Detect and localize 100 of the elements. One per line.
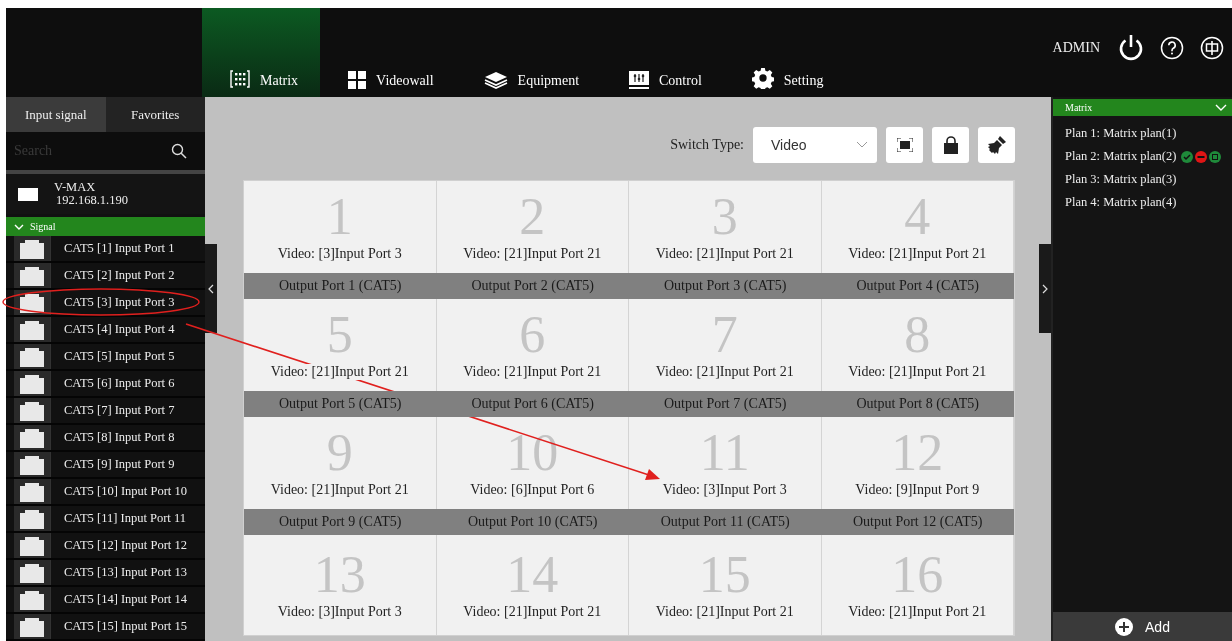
ethernet-port-icon bbox=[20, 616, 44, 637]
plan-item[interactable]: Plan 4: Matrix plan(4) bbox=[1065, 195, 1177, 210]
tiles-icon bbox=[348, 71, 367, 89]
output-port-label: Output Port 6 (CAT5) bbox=[436, 391, 629, 417]
chevron-right-icon bbox=[1042, 283, 1048, 294]
lock-button[interactable] bbox=[932, 126, 969, 163]
output-port-label: Output Port 4 (CAT5) bbox=[821, 273, 1014, 299]
clear-button[interactable] bbox=[978, 126, 1015, 163]
input-signal-item[interactable]: CAT5 [7] Input Port 7 bbox=[6, 398, 205, 425]
nav-tab[interactable]: Equipment bbox=[455, 8, 602, 97]
output-source: Video: [21]Input Port 21 bbox=[848, 246, 987, 262]
plan-item[interactable]: Plan 1: Matrix plan(1) bbox=[1065, 126, 1177, 141]
output-source: Video: [21]Input Port 21 bbox=[848, 604, 987, 620]
output-source: Video: [21]Input Port 21 bbox=[655, 364, 794, 380]
input-signal-item[interactable]: CAT5 [5] Input Port 5 bbox=[6, 344, 205, 371]
fullscreen-button[interactable] bbox=[886, 126, 923, 163]
output-source: Video: [21]Input Port 21 bbox=[270, 364, 409, 380]
ethernet-port-icon bbox=[20, 508, 44, 529]
output-port-label: Output Port 7 (CAT5) bbox=[629, 391, 822, 417]
plus-circle-icon bbox=[1115, 617, 1134, 636]
help-icon[interactable] bbox=[1160, 35, 1184, 60]
input-signal-item[interactable]: CAT5 [8] Input Port 8 bbox=[6, 425, 205, 452]
output-port-label: Output Port 3 (CAT5) bbox=[629, 273, 822, 299]
layers-icon bbox=[483, 71, 508, 89]
output-port-label: Output Port 10 (CAT5) bbox=[436, 509, 629, 535]
nav-tab[interactable]: Setting bbox=[723, 8, 846, 97]
output-source: Video: [9]Input Port 9 bbox=[855, 482, 980, 498]
signal-group-label: Signal bbox=[30, 221, 56, 232]
nav-tab[interactable]: Videowall bbox=[320, 8, 456, 97]
output-port-label: Output Port 9 (CAT5) bbox=[244, 509, 437, 535]
add-plan-button[interactable]: Add bbox=[1053, 612, 1232, 641]
output-source: Video: [21]Input Port 21 bbox=[463, 604, 602, 620]
input-signal-item[interactable]: CAT5 [11] Input Port 11 bbox=[6, 506, 205, 533]
input-signal-item[interactable]: CAT5 [12] Input Port 12 bbox=[6, 533, 205, 560]
input-signal-item[interactable]: CAT5 [3] Input Port 3 bbox=[6, 290, 205, 317]
sliders-icon bbox=[629, 71, 650, 89]
ethernet-port-icon bbox=[20, 535, 44, 556]
save-icon[interactable] bbox=[1209, 150, 1222, 163]
ethernet-port-icon bbox=[20, 427, 44, 448]
device-name: V-MAX bbox=[54, 181, 97, 194]
input-signal-item[interactable]: CAT5 [15] Input Port 15 bbox=[6, 614, 205, 641]
output-source: Video: [21]Input Port 21 bbox=[463, 364, 602, 380]
matrix-plans-header[interactable]: Matrix bbox=[1053, 99, 1232, 116]
output-source: Video: [21]Input Port 21 bbox=[655, 604, 794, 620]
nav-tab[interactable]: Matrix bbox=[202, 8, 321, 97]
output-source: Video: [21]Input Port 21 bbox=[848, 364, 987, 380]
matrix-plans-title: Matrix bbox=[1065, 102, 1093, 113]
input-signal-item[interactable]: CAT5 [4] Input Port 4 bbox=[6, 317, 205, 344]
gear-icon bbox=[751, 67, 774, 89]
input-signal-item[interactable]: CAT5 [9] Input Port 9 bbox=[6, 452, 205, 479]
output-port-label: Output Port 2 (CAT5) bbox=[436, 273, 629, 299]
search-icon[interactable] bbox=[171, 143, 187, 159]
switch-type-label: Switch Type: bbox=[670, 136, 744, 153]
ethernet-port-icon bbox=[20, 346, 44, 367]
ethernet-port-icon bbox=[20, 562, 44, 583]
ethernet-port-icon bbox=[20, 319, 44, 340]
ethernet-port-icon bbox=[20, 400, 44, 421]
user-name: ADMIN bbox=[1052, 39, 1100, 56]
power-icon[interactable] bbox=[1118, 33, 1144, 62]
delete-icon[interactable] bbox=[1195, 150, 1208, 163]
plan-item[interactable]: Plan 2: Matrix plan(2) bbox=[1065, 149, 1177, 164]
output-port-label: Output Port 8 (CAT5) bbox=[821, 391, 1014, 417]
switch-type-dropdown[interactable]: Video bbox=[753, 126, 877, 163]
output-port-label: Output Port 1 (CAT5) bbox=[244, 273, 437, 299]
input-signal-item[interactable]: CAT5 [1] Input Port 1 bbox=[6, 236, 205, 263]
sidebar-tab[interactable]: Favorites bbox=[105, 97, 205, 132]
collapse-handle[interactable] bbox=[205, 244, 217, 333]
fullscreen-icon bbox=[896, 137, 913, 152]
plan-item[interactable]: Plan 3: Matrix plan(3) bbox=[1065, 172, 1177, 187]
ethernet-port-icon bbox=[20, 265, 44, 286]
input-signal-item[interactable]: CAT5 [10] Input Port 10 bbox=[6, 479, 205, 506]
output-source: Video: [3]Input Port 3 bbox=[277, 604, 402, 620]
nav-tab[interactable]: Control bbox=[601, 8, 724, 97]
dropdown-caret-icon bbox=[856, 141, 868, 148]
ethernet-port-icon bbox=[20, 481, 44, 502]
output-port-label: Output Port 5 (CAT5) bbox=[244, 391, 437, 417]
input-signal-item[interactable]: CAT5 [6] Input Port 6 bbox=[6, 371, 205, 398]
ethernet-port-icon bbox=[20, 589, 44, 610]
ethernet-port-icon bbox=[20, 454, 44, 475]
output-source: Video: [3]Input Port 3 bbox=[277, 246, 402, 262]
device-ip: 192.168.1.190 bbox=[55, 194, 128, 207]
apply-icon[interactable] bbox=[1181, 150, 1194, 163]
lock-icon bbox=[942, 135, 959, 154]
output-source: Video: [21]Input Port 21 bbox=[270, 482, 409, 498]
input-signal-item[interactable]: CAT5 [2] Input Port 2 bbox=[6, 263, 205, 290]
language-icon[interactable] bbox=[1200, 35, 1224, 60]
output-source: Video: [6]Input Port 6 bbox=[470, 482, 595, 498]
expand-handle[interactable] bbox=[1039, 244, 1051, 333]
ethernet-port-icon bbox=[20, 238, 44, 259]
signal-group-header[interactable]: Signal bbox=[6, 217, 205, 236]
output-port-label: Output Port 11 (CAT5) bbox=[629, 509, 822, 535]
output-port-label: Output Port 12 (CAT5) bbox=[821, 509, 1014, 535]
ethernet-port-icon bbox=[20, 373, 44, 394]
output-source: Video: [21]Input Port 21 bbox=[463, 246, 602, 262]
sidebar-tab[interactable]: Input signal bbox=[6, 97, 106, 132]
input-signal-item[interactable]: CAT5 [13] Input Port 13 bbox=[6, 560, 205, 587]
chevron-left-icon bbox=[208, 283, 214, 294]
brush-icon bbox=[986, 134, 1007, 155]
device-icon bbox=[18, 187, 38, 201]
input-signal-item[interactable]: CAT5 [14] Input Port 14 bbox=[6, 587, 205, 614]
